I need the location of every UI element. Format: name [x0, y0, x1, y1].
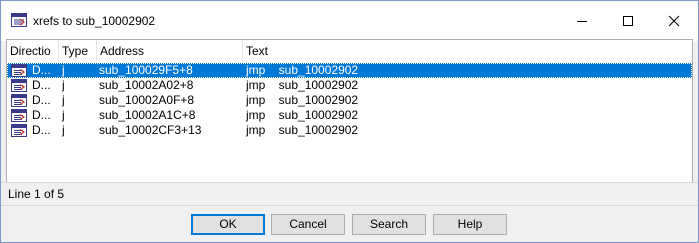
row-address: sub_10002A0F+8 — [99, 93, 195, 107]
cancel-button[interactable]: Cancel — [271, 214, 345, 235]
maximize-icon — [623, 16, 633, 26]
list-header: Directio Type Address Text — [7, 40, 692, 62]
row-direction-text: D... — [32, 123, 51, 137]
column-header-text[interactable]: Text — [243, 40, 692, 62]
list-rows: D... j sub_100029F5+8 jmp sub_10002902 D… — [7, 63, 692, 138]
row-type: j — [62, 78, 65, 92]
row-direction: D... — [11, 93, 57, 108]
row-direction: D... — [11, 123, 57, 138]
close-icon — [668, 15, 680, 27]
column-header-type[interactable]: Type — [59, 40, 97, 62]
minimize-button[interactable] — [559, 1, 605, 41]
row-direction: D... — [11, 78, 57, 93]
help-button[interactable]: Help — [433, 214, 507, 235]
row-text: jmp sub_10002902 — [246, 78, 359, 92]
column-header-direction[interactable]: Directio — [7, 40, 59, 62]
minimize-icon — [577, 21, 587, 22]
window-title: xrefs to sub_10002902 — [33, 14, 156, 28]
row-direction-text: D... — [32, 63, 51, 77]
xref-list[interactable]: Directio Type Address Text D... j sub_10… — [6, 39, 693, 183]
maximize-button[interactable] — [605, 1, 651, 41]
table-row[interactable]: D... j sub_10002A02+8 jmp sub_10002902 — [7, 78, 692, 93]
xref-row-icon — [11, 79, 27, 92]
status-line-count: Line 1 of 5 — [8, 187, 65, 201]
ok-button[interactable]: OK — [191, 214, 265, 235]
row-type: j — [62, 108, 65, 122]
xrefs-dialog: xrefs to sub_10002902 Directio Type Addr… — [0, 0, 699, 243]
row-text: jmp sub_10002902 — [246, 123, 359, 137]
row-text: jmp sub_10002902 — [246, 93, 359, 107]
xref-window-icon — [11, 13, 27, 27]
table-row[interactable]: D... j sub_10002CF3+13 jmp sub_10002902 — [7, 123, 692, 138]
row-text: jmp sub_10002902 — [246, 108, 359, 122]
status-bar: Line 1 of 5 — [1, 182, 698, 206]
table-row[interactable]: D... j sub_10002A0F+8 jmp sub_10002902 — [7, 93, 692, 108]
table-row[interactable]: D... j sub_10002A1C+8 jmp sub_10002902 — [7, 108, 692, 123]
row-direction-text: D... — [32, 108, 51, 122]
row-direction: D... — [11, 63, 57, 78]
row-address: sub_10002CF3+13 — [99, 123, 202, 137]
row-type: j — [62, 93, 65, 107]
close-button[interactable] — [651, 1, 697, 41]
row-type: j — [62, 123, 65, 137]
row-direction-text: D... — [32, 93, 51, 107]
row-address: sub_100029F5+8 — [99, 63, 193, 77]
row-address: sub_10002A1C+8 — [99, 108, 196, 122]
row-direction-text: D... — [32, 78, 51, 92]
title-bar[interactable]: xrefs to sub_10002902 — [1, 1, 698, 41]
xref-row-icon — [11, 94, 27, 107]
xref-row-icon — [11, 109, 27, 122]
xref-row-icon — [11, 124, 27, 137]
row-type: j — [62, 63, 65, 77]
row-text: jmp sub_10002902 — [246, 63, 359, 77]
column-header-address[interactable]: Address — [97, 40, 243, 62]
table-row[interactable]: D... j sub_100029F5+8 jmp sub_10002902 — [7, 63, 692, 78]
row-direction: D... — [11, 108, 57, 123]
xref-row-icon — [11, 64, 27, 77]
row-address: sub_10002A02+8 — [99, 78, 194, 92]
search-button[interactable]: Search — [352, 214, 426, 235]
